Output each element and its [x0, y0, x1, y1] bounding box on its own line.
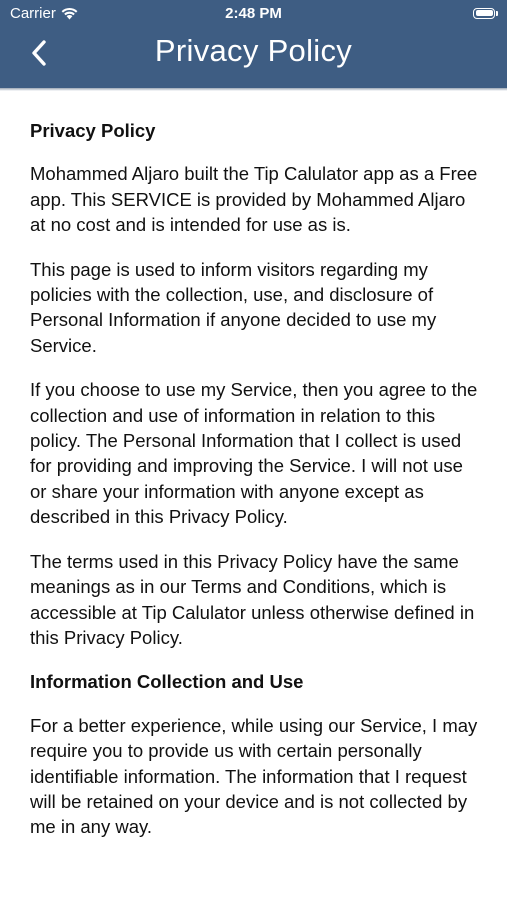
policy-paragraph: This page is used to inform visitors reg… — [30, 258, 437, 356]
clock: 2:48 PM — [225, 5, 282, 22]
policy-heading: Privacy Policy — [30, 120, 156, 141]
policy-content: Privacy Policy Mohammed Aljaro built the… — [30, 118, 482, 859]
status-bar: Carrier 2:48 PM — [0, 0, 507, 28]
page-title: Privacy Policy — [154, 33, 353, 68]
policy-paragraph: For a better experience, while using our… — [30, 714, 478, 838]
section-heading: Information Collection and Use — [30, 671, 304, 693]
nav-bar-shadow — [0, 88, 507, 91]
policy-paragraph: The terms used in this Privacy Policy ha… — [30, 550, 475, 648]
battery-icon — [473, 6, 499, 20]
policy-paragraph: If you choose to use my Service, then yo… — [30, 379, 478, 528]
navigation-bar: Carrier 2:48 PM Privacy Policy — [0, 0, 507, 88]
policy-paragraph: Mohammed Aljaro built the Tip Calulator … — [30, 163, 478, 236]
